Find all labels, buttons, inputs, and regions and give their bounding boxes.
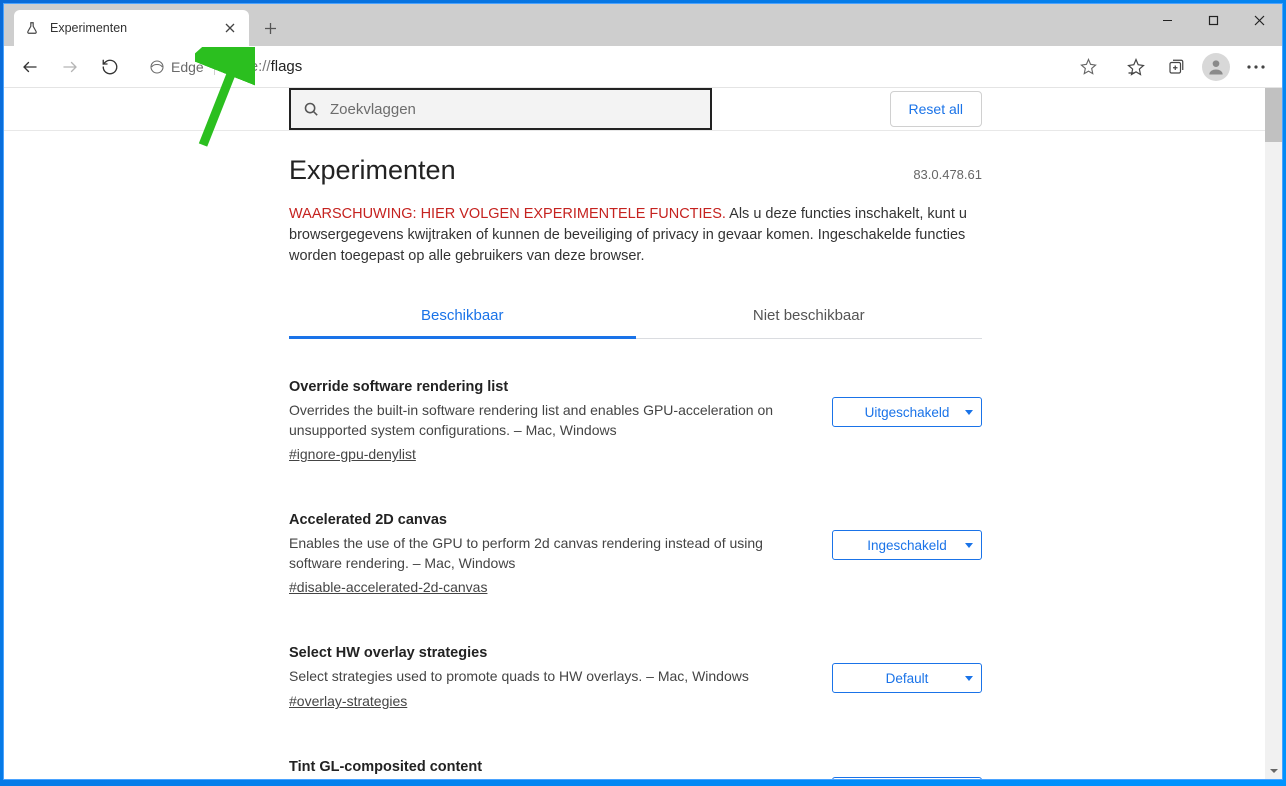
- flag-select[interactable]: Ingeschakeld: [832, 530, 982, 560]
- flag-title: Override software rendering list: [289, 379, 802, 395]
- minimize-button[interactable]: [1144, 4, 1190, 36]
- tab-unavailable[interactable]: Niet beschikbaar: [636, 293, 983, 338]
- flag-hash-link[interactable]: #disable-accelerated-2d-canvas: [289, 579, 487, 595]
- address-bar[interactable]: Edge edge://flags: [138, 51, 1108, 83]
- search-icon: [303, 101, 320, 118]
- reset-all-button[interactable]: Reset all: [890, 91, 982, 127]
- flags-list: Override software rendering list Overrid…: [289, 379, 982, 779]
- tab-close-button[interactable]: [221, 21, 239, 35]
- scrollbar-down-arrow[interactable]: [1265, 762, 1282, 779]
- collections-icon[interactable]: [1158, 49, 1194, 85]
- more-menu-icon[interactable]: [1238, 49, 1274, 85]
- titlebar: Experimenten: [4, 4, 1282, 46]
- back-button[interactable]: [12, 49, 48, 85]
- search-row: Reset all: [4, 88, 1282, 131]
- flask-icon: [24, 20, 40, 36]
- flag-select[interactable]: Default: [832, 663, 982, 693]
- search-flags-field[interactable]: [330, 101, 698, 118]
- forward-button[interactable]: [52, 49, 88, 85]
- window-controls: [1144, 4, 1282, 36]
- refresh-button[interactable]: [92, 49, 128, 85]
- favorites-menu-icon[interactable]: [1118, 49, 1154, 85]
- flag-hash-link[interactable]: #ignore-gpu-denylist: [289, 446, 416, 462]
- tab-available[interactable]: Beschikbaar: [289, 293, 636, 338]
- flag-description: Overrides the built-in software renderin…: [289, 401, 802, 440]
- browser-toolbar: Edge edge://flags: [4, 46, 1282, 88]
- tab-title: Experimenten: [50, 21, 211, 35]
- flag-item: Accelerated 2D canvas Enables the use of…: [289, 512, 982, 597]
- edge-badge: Edge: [149, 59, 215, 75]
- flag-select[interactable]: Uitgeschakeld: [832, 777, 982, 779]
- close-window-button[interactable]: [1236, 4, 1282, 36]
- page-content: Reset all Experimenten 83.0.478.61 WAARS…: [4, 88, 1282, 779]
- flag-title: Accelerated 2D canvas: [289, 512, 802, 528]
- flag-item: Override software rendering list Overrid…: [289, 379, 982, 464]
- flag-title: Tint GL-composited content: [289, 759, 802, 775]
- edge-icon: [149, 59, 165, 75]
- flag-description: Select strategies used to promote quads …: [289, 667, 802, 687]
- flag-title: Select HW overlay strategies: [289, 645, 802, 661]
- version-label: 83.0.478.61: [913, 167, 982, 182]
- scrollbar-thumb[interactable]: [1265, 88, 1282, 142]
- maximize-button[interactable]: [1190, 4, 1236, 36]
- flag-description: Enables the use of the GPU to perform 2d…: [289, 534, 802, 573]
- favorite-star-icon[interactable]: [1080, 58, 1097, 75]
- page-title: Experimenten: [289, 155, 982, 186]
- flag-select[interactable]: Uitgeschakeld: [832, 397, 982, 427]
- flag-hash-link[interactable]: #overlay-strategies: [289, 693, 407, 709]
- scrollbar[interactable]: [1265, 88, 1282, 779]
- warning-text: WAARSCHUWING: HIER VOLGEN EXPERIMENTELE …: [289, 204, 982, 267]
- flag-item: Select HW overlay strategies Select stra…: [289, 645, 982, 711]
- browser-tab[interactable]: Experimenten: [14, 10, 249, 46]
- flag-item: Tint GL-composited content Tint contents…: [289, 759, 982, 779]
- url-text: edge://flags: [225, 58, 303, 75]
- new-tab-button[interactable]: [255, 13, 285, 43]
- search-flags-input[interactable]: [289, 88, 712, 130]
- profile-avatar[interactable]: [1202, 53, 1230, 81]
- tabs: Beschikbaar Niet beschikbaar: [289, 293, 982, 339]
